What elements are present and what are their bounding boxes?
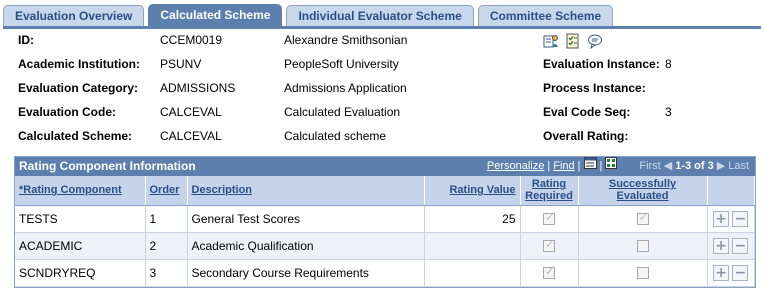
cell-row-actions: + − <box>707 205 755 233</box>
category-desc: Admissions Application <box>284 81 407 95</box>
cell-rating-value <box>424 232 521 260</box>
code-value: CALCEVAL <box>160 105 222 119</box>
cell-order: 2 <box>145 232 188 260</box>
delete-row-icon[interactable]: − <box>732 210 749 227</box>
institution-value: PSUNV <box>160 57 202 71</box>
scheme-value: CALCEVAL <box>160 129 222 143</box>
table-header-row: *Rating Component Order Description Rati… <box>15 176 755 206</box>
cell-rating-value: 25 <box>424 205 521 233</box>
scheme-desc: Calculated scheme <box>284 129 387 143</box>
tab-committee-scheme[interactable]: Committee Scheme <box>477 5 614 26</box>
cell-component: TESTS <box>15 205 146 233</box>
nav-separator: | <box>547 160 551 172</box>
category-value: ADMISSIONS <box>160 81 236 95</box>
successfully-evaluated-checkbox <box>636 240 649 253</box>
nav-separator: | <box>577 160 581 172</box>
col-description[interactable]: Description <box>187 176 425 206</box>
header-icons <box>543 33 603 50</box>
table-row: TESTS 1 General Test Scores 25 + − <box>15 205 755 233</box>
cell-order: 1 <box>145 205 188 233</box>
tab-individual-evaluator-scheme[interactable]: Individual Evaluator Scheme <box>286 5 474 26</box>
col-rating-component[interactable]: *Rating Component <box>15 176 146 206</box>
first-link[interactable]: First <box>639 157 660 176</box>
successfully-evaluated-checkbox <box>636 267 649 280</box>
cell-rating-required <box>520 232 579 260</box>
row-range: 1-3 of 3 <box>675 160 714 172</box>
view-all-icon[interactable] <box>583 157 597 176</box>
rating-component-grid: Rating Component Information Personalize… <box>14 156 756 288</box>
delete-row-icon[interactable]: − <box>732 237 749 254</box>
table-row: ACADEMIC 2 Academic Qualification + − <box>15 232 755 260</box>
prev-arrow-icon[interactable]: ◀ <box>664 157 672 176</box>
col-rating-required[interactable]: Rating Required <box>520 176 579 206</box>
rating-required-checkbox <box>543 238 555 253</box>
cell-row-actions: + − <box>707 232 755 260</box>
instance-value: 8 <box>665 57 672 71</box>
nav-separator: | <box>599 160 603 172</box>
id-value: CCEM0019 <box>160 33 223 47</box>
delete-row-icon[interactable]: − <box>732 264 749 281</box>
table-row: SCNDRYREQ 3 Secondary Course Requirement… <box>15 259 755 287</box>
seq-value: 3 <box>665 105 672 119</box>
checklist-icon[interactable] <box>565 33 581 49</box>
grid-navigation: Personalize | Find | | First ◀ 1-3 of 3 … <box>487 157 749 176</box>
cell-successfully-evaluated <box>578 259 708 287</box>
col-actions <box>707 176 755 206</box>
cell-order: 3 <box>145 259 188 287</box>
next-arrow-icon[interactable]: ▶ <box>717 157 725 176</box>
process-label: Process Instance: <box>543 81 646 95</box>
tab-bar: Evaluation Overview Calculated Scheme In… <box>3 4 617 26</box>
cell-rating-value <box>424 259 521 287</box>
cell-successfully-evaluated <box>578 205 708 233</box>
last-link[interactable]: Last <box>728 157 749 176</box>
cell-row-actions: + − <box>707 259 755 287</box>
institution-label: Academic Institution: <box>18 57 141 71</box>
cell-rating-required <box>520 205 579 233</box>
cell-description: Secondary Course Requirements <box>187 259 425 287</box>
personalize-link[interactable]: Personalize <box>487 157 544 176</box>
rating-required-checkbox <box>543 211 555 226</box>
scheme-label: Calculated Scheme: <box>18 129 133 143</box>
rating-label: Overall Rating: <box>543 129 629 143</box>
instance-label: Evaluation Instance: <box>543 57 660 71</box>
tab-evaluation-overview[interactable]: Evaluation Overview <box>3 5 145 26</box>
code-desc: Calculated Evaluation <box>284 105 401 119</box>
add-row-icon[interactable]: + <box>713 264 730 281</box>
category-label: Evaluation Category: <box>18 81 139 95</box>
grid-title-bar: Rating Component Information Personalize… <box>15 157 755 176</box>
id-name: Alexandre Smithsonian <box>284 33 408 47</box>
tab-underline <box>3 26 761 29</box>
id-label: ID: <box>18 33 34 47</box>
col-order[interactable]: Order <box>145 176 188 206</box>
evaluation-notes-icon[interactable] <box>543 33 559 49</box>
rating-required-checkbox <box>543 265 555 280</box>
cell-rating-required <box>520 259 579 287</box>
cell-component: SCNDRYREQ <box>15 259 146 287</box>
col-rating-value[interactable]: Rating Value <box>424 176 521 206</box>
seq-label: Eval Code Seq: <box>543 105 631 119</box>
add-row-icon[interactable]: + <box>713 210 730 227</box>
rating-component-table: *Rating Component Order Description Rati… <box>15 176 755 287</box>
col-successfully-evaluated[interactable]: Successfully Evaluated <box>578 176 708 206</box>
cell-component: ACADEMIC <box>15 232 146 260</box>
find-link[interactable]: Find <box>553 157 574 176</box>
grid-title: Rating Component Information <box>19 159 196 173</box>
code-label: Evaluation Code: <box>18 105 117 119</box>
cell-description: Academic Qualification <box>187 232 425 260</box>
comments-icon[interactable] <box>587 33 603 50</box>
institution-desc: PeopleSoft University <box>284 57 399 71</box>
cell-description: General Test Scores <box>187 205 425 233</box>
cell-successfully-evaluated <box>578 232 708 260</box>
download-icon[interactable] <box>605 157 618 176</box>
add-row-icon[interactable]: + <box>713 237 730 254</box>
successfully-evaluated-checkbox <box>636 211 649 226</box>
tab-calculated-scheme[interactable]: Calculated Scheme <box>148 4 283 26</box>
